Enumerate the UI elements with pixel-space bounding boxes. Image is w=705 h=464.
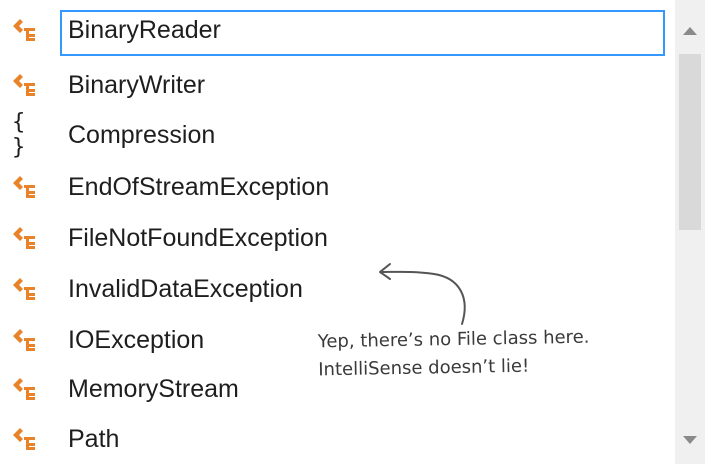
completion-item-label: Compression (68, 120, 216, 149)
class-icon (12, 426, 38, 452)
completion-item-filenotfoundexception[interactable]: FileNotFoundException (0, 213, 668, 263)
completion-item-compression[interactable]: { } Compression (0, 110, 668, 160)
class-icon (12, 225, 38, 251)
completion-item-label: BinaryReader (68, 15, 221, 44)
class-icon (12, 174, 38, 200)
scroll-thumb[interactable] (679, 54, 701, 230)
completion-item-label: FileNotFoundException (68, 223, 328, 252)
completion-list: BinaryReader BinaryWriter { } Compressio… (0, 0, 668, 464)
completion-item-binaryreader[interactable]: BinaryReader (0, 5, 668, 56)
completion-item-binarywriter[interactable]: BinaryWriter (0, 60, 668, 110)
annotation-arrow-icon (379, 263, 466, 325)
scroll-up-arrow-icon[interactable] (680, 20, 700, 40)
class-icon (12, 276, 38, 302)
completion-item-label: EndOfStreamException (68, 172, 330, 201)
completion-item-invaliddataexception[interactable]: InvalidDataException (0, 264, 668, 314)
completion-item-label: MemoryStream (68, 374, 239, 403)
completion-item-label: Path (68, 424, 120, 453)
completion-item-endofstreamexception[interactable]: EndOfStreamException (0, 162, 668, 212)
handwritten-annotation: Yep, there’s no File class here. Intelli… (318, 324, 591, 385)
vertical-scrollbar[interactable] (675, 0, 705, 464)
annotation-line-1: Yep, there’s no File class here. (317, 326, 590, 353)
completion-item-label: InvalidDataException (68, 274, 303, 303)
class-icon (12, 376, 38, 402)
scroll-down-arrow-icon[interactable] (680, 430, 700, 450)
completion-item-label: BinaryWriter (68, 70, 206, 99)
class-icon (12, 327, 38, 353)
annotation-line-2: IntelliSense doesn’t lie! (318, 355, 530, 381)
class-icon (12, 17, 38, 43)
completion-item-path[interactable]: Path (0, 414, 668, 464)
class-icon (12, 72, 38, 98)
completion-item-label: IOException (68, 325, 205, 354)
namespace-icon: { } (12, 110, 28, 160)
